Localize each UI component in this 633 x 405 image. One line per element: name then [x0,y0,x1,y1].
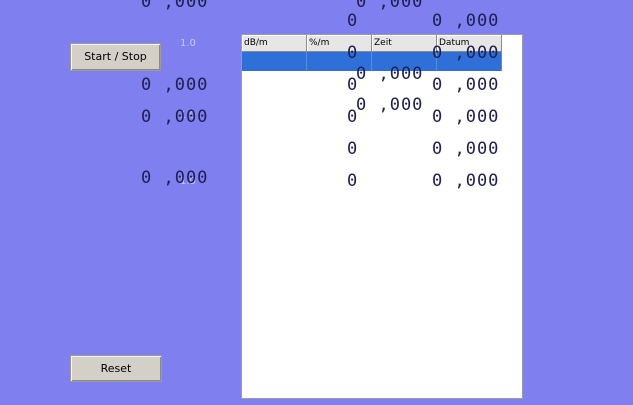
column-header-db-per-m[interactable]: dB/m [242,35,307,52]
readout-center: 0 ,000 [356,64,424,84]
readout-center-col: 0 [347,43,359,63]
column-header-percent-per-m[interactable]: %/m [307,35,372,52]
readout-right: 0 ,000 [432,11,500,31]
readout-center-col: 0 [347,11,359,31]
readout-right: 0 ,000 [432,43,500,63]
readout-center-col: 0 [347,171,359,191]
reset-button[interactable]: Reset [70,355,162,382]
readout-right: 0 ,000 [432,171,500,191]
readout-left: 0 ,000 [141,0,209,12]
readout-left: 0 ,000 [141,107,209,127]
column-header-zeit[interactable]: Zeit [372,35,437,52]
readout-right: 0 ,000 [432,75,500,95]
readout-left: 0 ,000 [141,168,209,188]
scale-label: 1.0 [180,38,196,49]
start-stop-button[interactable]: Start / Stop [70,43,161,71]
readout-center-col: 0 [347,75,359,95]
readout-right: 0 ,000 [432,107,500,127]
readout-center-col: 0 [347,107,359,127]
readout-right: 0 ,000 [432,139,500,159]
table-cell [242,52,307,71]
readout-left: 0 ,000 [141,75,209,95]
readout-center: 0 ,000 [356,95,424,115]
readout-center: 0 ,000 [356,0,424,12]
readout-center-col: 0 [347,139,359,159]
